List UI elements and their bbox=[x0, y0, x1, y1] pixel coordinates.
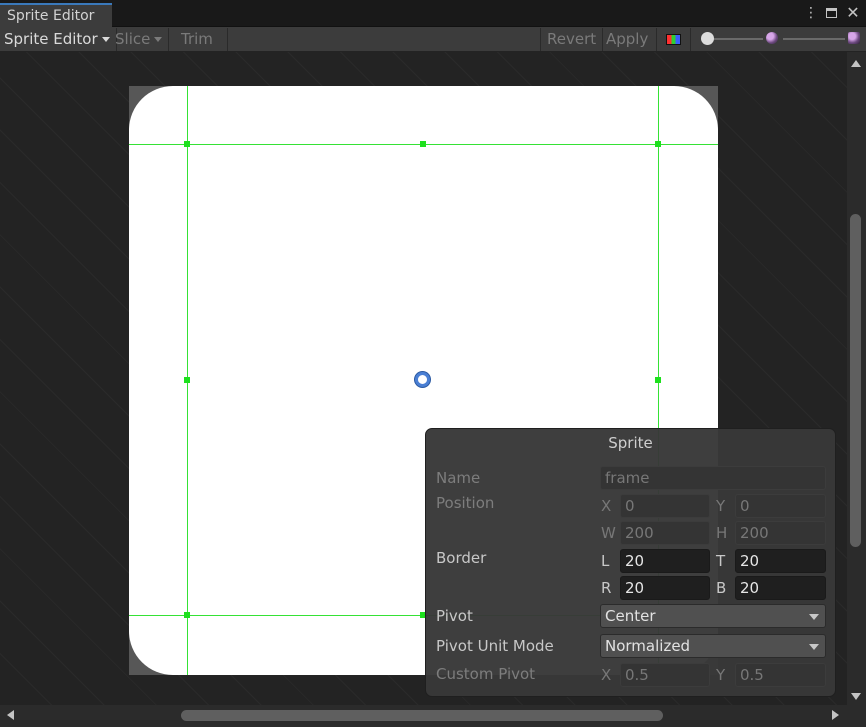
scroll-left-icon[interactable] bbox=[7, 710, 14, 720]
name-label: Name bbox=[436, 469, 481, 487]
vertical-scrollbar[interactable] bbox=[847, 52, 866, 705]
border-t-label: T bbox=[716, 552, 726, 570]
mip-level-icon bbox=[766, 32, 778, 44]
color-channel-toggle[interactable] bbox=[656, 28, 691, 51]
mip-level-max-icon[interactable] bbox=[848, 32, 860, 44]
width-label: W bbox=[601, 524, 616, 542]
scroll-down-icon[interactable] bbox=[851, 693, 861, 700]
position-y-field[interactable]: 0 bbox=[735, 494, 826, 518]
maximize-icon[interactable] bbox=[823, 4, 839, 23]
border-label: Border bbox=[436, 549, 487, 567]
apply-button[interactable]: Apply bbox=[600, 28, 658, 51]
pivot-dropdown[interactable]: Center bbox=[600, 604, 826, 628]
pivot-unit-mode-label: Pivot Unit Mode bbox=[436, 637, 554, 655]
trim-button[interactable]: Trim bbox=[172, 28, 228, 51]
height-field[interactable]: 200 bbox=[735, 521, 826, 545]
custom-pivot-x-field[interactable]: 0.5 bbox=[620, 663, 710, 687]
pivot-unit-mode-value: Normalized bbox=[605, 637, 691, 655]
width-field[interactable]: 200 bbox=[620, 521, 710, 545]
border-t-field[interactable]: 20 bbox=[735, 549, 826, 573]
revert-button[interactable]: Revert bbox=[540, 28, 604, 51]
scroll-up-icon[interactable] bbox=[851, 60, 861, 67]
custom-pivot-label: Custom Pivot bbox=[436, 665, 536, 683]
horizontal-scrollbar[interactable] bbox=[0, 705, 866, 727]
custom-pivot-y-label: Y bbox=[716, 666, 726, 684]
position-x-field[interactable]: 0 bbox=[620, 494, 710, 518]
border-r-field[interactable]: 20 bbox=[620, 576, 710, 600]
position-x-label: X bbox=[601, 497, 612, 515]
zoom-slider[interactable] bbox=[707, 38, 763, 40]
resize-handle-right[interactable] bbox=[655, 377, 661, 383]
horizontal-scroll-thumb[interactable] bbox=[181, 710, 663, 721]
resize-handle-bottom-left[interactable] bbox=[184, 612, 190, 618]
slice-label: Slice bbox=[115, 30, 151, 48]
resize-handle-left[interactable] bbox=[184, 377, 190, 383]
tab-sprite-editor[interactable]: Sprite Editor bbox=[0, 3, 112, 27]
vertical-scroll-thumb[interactable] bbox=[850, 214, 861, 547]
border-l-label: L bbox=[601, 552, 610, 570]
chevron-down-icon bbox=[809, 644, 819, 650]
toolbar: Sprite Editor Slice Trim Revert Apply bbox=[0, 27, 866, 52]
panel-title: Sprite bbox=[608, 434, 653, 452]
chevron-down-icon bbox=[154, 37, 163, 42]
resize-handle-top-left[interactable] bbox=[184, 141, 190, 147]
height-label: H bbox=[716, 524, 728, 542]
border-r-label: R bbox=[601, 579, 612, 597]
rgb-channels-icon bbox=[666, 34, 681, 45]
border-l-field[interactable]: 20 bbox=[620, 549, 710, 573]
position-label: Position bbox=[436, 494, 495, 512]
border-b-field[interactable]: 20 bbox=[735, 576, 826, 600]
pivot-unit-mode-dropdown[interactable]: Normalized bbox=[600, 634, 826, 658]
resize-handle-top-right[interactable] bbox=[655, 141, 661, 147]
sprite-panel: Sprite Name frame Position X 0 Y 0 W 200… bbox=[425, 428, 836, 697]
border-b-label: B bbox=[716, 579, 727, 597]
editor-mode-label: Sprite Editor bbox=[4, 30, 98, 48]
chevron-down-icon bbox=[809, 614, 819, 620]
pivot-handle[interactable] bbox=[415, 372, 430, 387]
editor-mode-dropdown[interactable]: Sprite Editor bbox=[0, 28, 117, 51]
pivot-value: Center bbox=[605, 607, 656, 625]
window-tab-bar: Sprite Editor ⋮ ✕ bbox=[0, 0, 866, 27]
slice-dropdown[interactable]: Slice bbox=[109, 28, 170, 51]
pivot-label: Pivot bbox=[436, 607, 473, 625]
position-y-label: Y bbox=[716, 497, 726, 515]
more-options-icon[interactable]: ⋮ bbox=[803, 4, 819, 22]
resize-handle-top[interactable] bbox=[420, 141, 426, 147]
scroll-right-icon[interactable] bbox=[832, 710, 839, 720]
custom-pivot-x-label: X bbox=[601, 666, 612, 684]
name-field[interactable]: frame bbox=[600, 466, 826, 490]
custom-pivot-y-field[interactable]: 0.5 bbox=[735, 663, 826, 687]
mip-slider[interactable] bbox=[783, 38, 845, 40]
close-icon[interactable]: ✕ bbox=[845, 4, 861, 22]
zoom-slider-knob[interactable] bbox=[701, 32, 714, 45]
